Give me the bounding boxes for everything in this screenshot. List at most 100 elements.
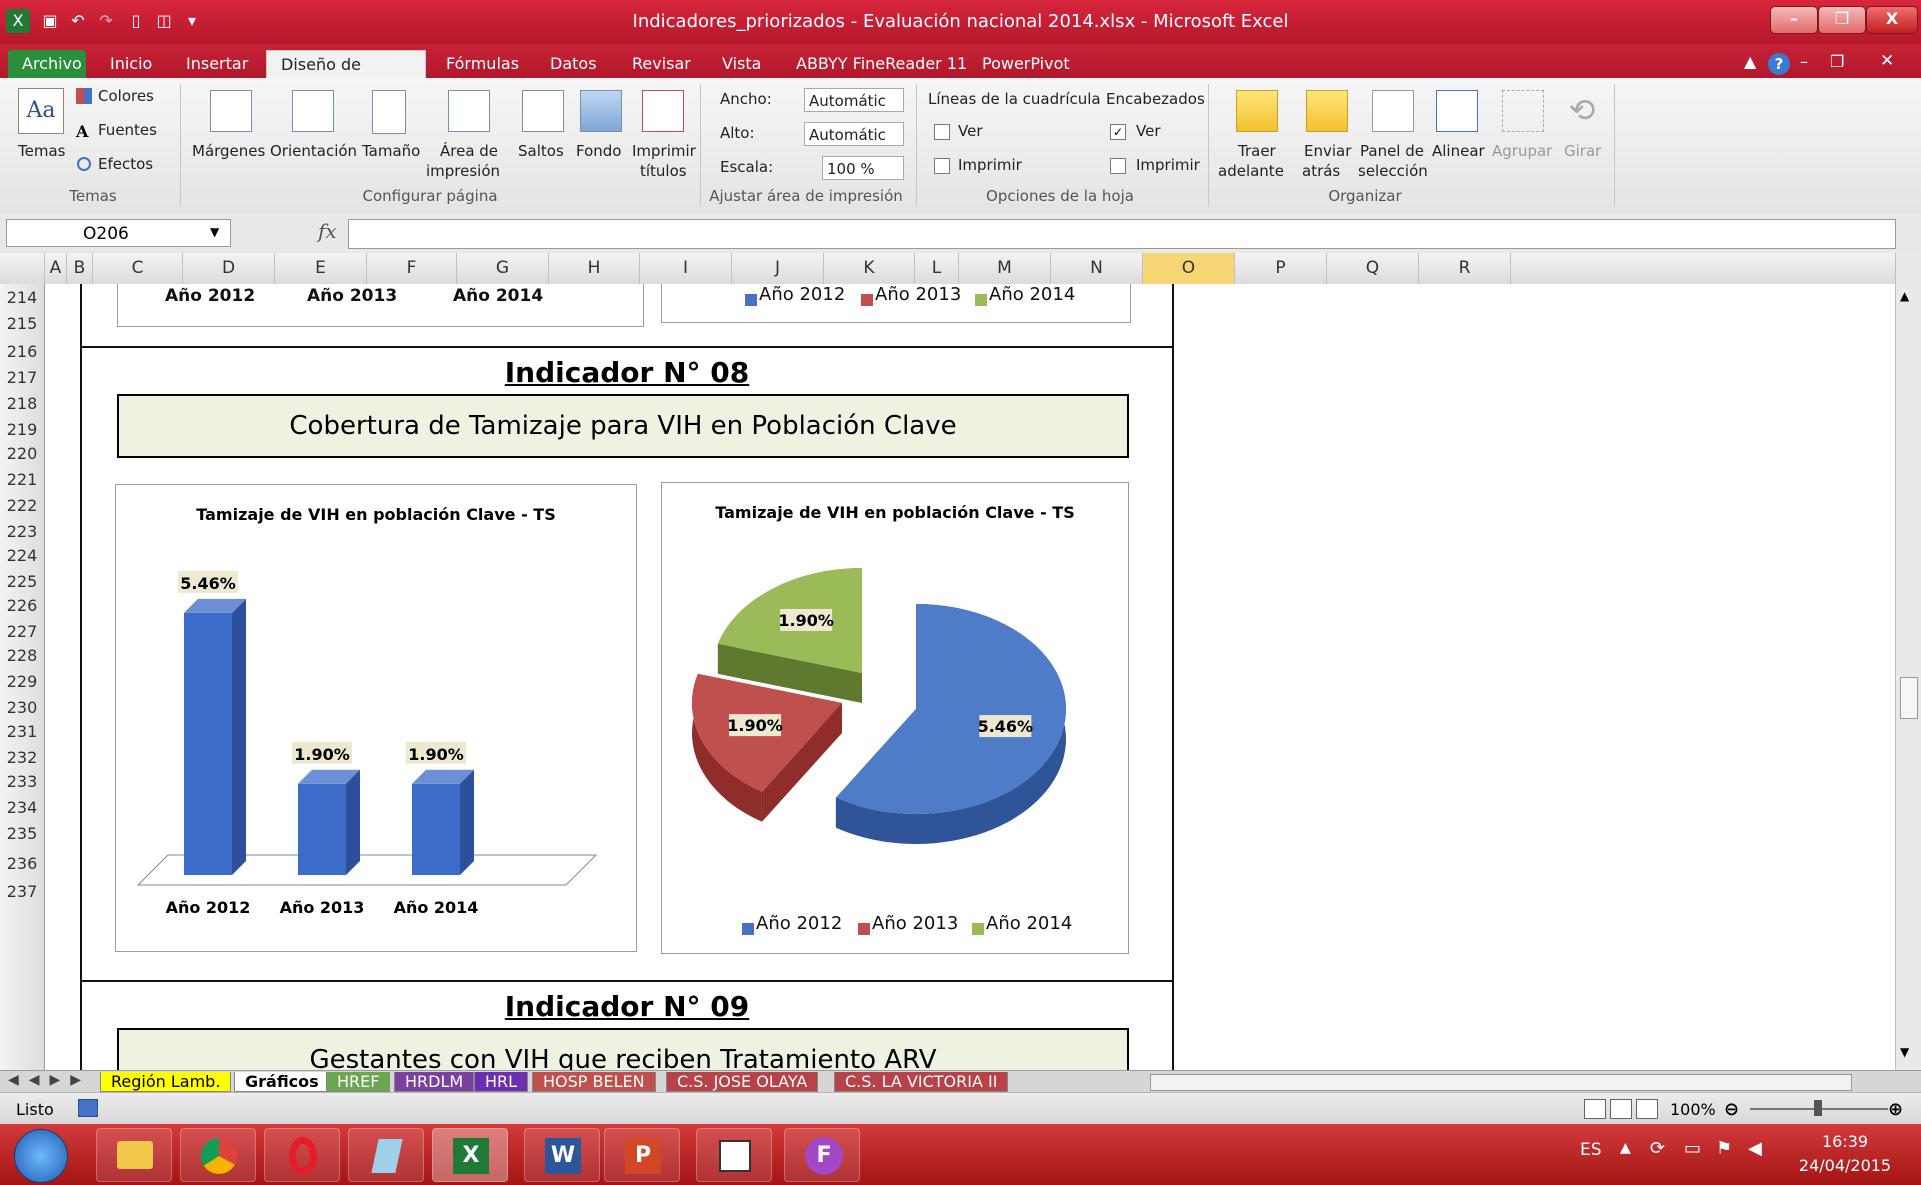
row-header[interactable]: 216: [0, 342, 44, 361]
send-backward-line2[interactable]: atrás: [1302, 162, 1340, 180]
themes-button[interactable]: Temas: [18, 142, 65, 160]
normal-view-icon[interactable]: [1584, 1099, 1606, 1119]
start-button[interactable]: [14, 1129, 68, 1183]
background-button[interactable]: Fondo: [576, 142, 621, 160]
group-button[interactable]: Agrupar: [1492, 142, 1552, 160]
tab-revisar[interactable]: Revisar: [618, 50, 705, 78]
tab-vista[interactable]: Vista: [708, 50, 775, 78]
column-header-k[interactable]: K: [824, 253, 915, 284]
row-header[interactable]: 231: [0, 722, 44, 741]
column-header-l[interactable]: L: [915, 253, 959, 284]
column-header-e[interactable]: E: [275, 253, 367, 284]
page-break-view-icon[interactable]: [1636, 1099, 1658, 1119]
column-header-b[interactable]: B: [67, 253, 93, 284]
row-header[interactable]: 233: [0, 772, 44, 791]
print-titles-button-line1[interactable]: Imprimir: [632, 142, 696, 160]
page-layout-view-icon[interactable]: [1610, 1099, 1632, 1119]
sheet-tab[interactable]: Región Lamb.: [100, 1072, 232, 1092]
column-header-r[interactable]: R: [1419, 253, 1511, 284]
tab-inicio[interactable]: Inicio: [96, 50, 166, 78]
sheet-tab[interactable]: C.S. JOSE OLAYA: [666, 1072, 819, 1092]
macro-record-icon[interactable]: [78, 1099, 98, 1117]
row-header[interactable]: 235: [0, 824, 44, 843]
name-box[interactable]: O206: [6, 219, 231, 247]
flag-icon[interactable]: ⚑: [1716, 1138, 1732, 1159]
colors-button[interactable]: Colores: [98, 87, 154, 105]
width-select[interactable]: Automátic: [804, 88, 904, 112]
column-header-f[interactable]: F: [367, 253, 457, 284]
bring-forward-line2[interactable]: adelante: [1218, 162, 1284, 180]
sheet-tab[interactable]: HRDLM: [394, 1072, 475, 1092]
row-header[interactable]: 215: [0, 314, 44, 333]
tab-powerpivot[interactable]: PowerPivot: [968, 50, 1084, 78]
powerpoint-taskbar-icon[interactable]: P: [604, 1128, 680, 1182]
print-titles-button-line2[interactable]: títulos: [640, 162, 687, 180]
print-area-button-line1[interactable]: Área de: [440, 142, 498, 160]
selection-pane-line1[interactable]: Panel de: [1360, 142, 1424, 160]
column-header-q[interactable]: Q: [1327, 253, 1419, 284]
headings-view-checkbox[interactable]: ✓: [1110, 124, 1126, 140]
tab-datos[interactable]: Datos: [536, 50, 611, 78]
bring-forward-line1[interactable]: Traer: [1238, 142, 1276, 160]
bar-chart[interactable]: Tamizaje de VIH en población Clave - TS …: [115, 484, 637, 952]
row-header[interactable]: 222: [0, 496, 44, 515]
minimize-button[interactable]: –: [1770, 6, 1818, 34]
language-indicator[interactable]: ES: [1580, 1140, 1602, 1160]
gridlines-print-checkbox[interactable]: [934, 158, 950, 174]
orientation-button[interactable]: Orientación: [270, 142, 357, 160]
explorer-taskbar-icon[interactable]: [96, 1128, 172, 1182]
insert-function-icon[interactable]: fx: [318, 219, 337, 243]
row-header[interactable]: 225: [0, 572, 44, 591]
reader-taskbar-icon[interactable]: [696, 1128, 772, 1182]
selection-pane-line2[interactable]: selección: [1358, 162, 1428, 180]
clock-time[interactable]: 16:39: [1800, 1132, 1890, 1151]
row-header[interactable]: 214: [0, 288, 44, 307]
row-header[interactable]: 229: [0, 672, 44, 691]
row-header[interactable]: 218: [0, 394, 44, 413]
tab-diseno-de-pagina[interactable]: Diseño de página: [266, 50, 426, 102]
zoom-in-icon[interactable]: ⊕: [1888, 1099, 1903, 1120]
align-button[interactable]: Alinear: [1432, 142, 1485, 160]
sheet-nav-icons[interactable]: ◀◀▶▶: [8, 1072, 91, 1088]
excel-taskbar-icon[interactable]: X: [432, 1128, 508, 1182]
row-header[interactable]: 223: [0, 522, 44, 541]
themes-icon[interactable]: Aa: [18, 88, 64, 134]
tab-insertar[interactable]: Insertar: [172, 50, 262, 78]
row-header[interactable]: 230: [0, 698, 44, 717]
column-header-n[interactable]: N: [1051, 253, 1143, 284]
minimize-ribbon-icon[interactable]: ▲: [1744, 52, 1756, 71]
scroll-down-icon[interactable]: ▼: [1900, 1045, 1909, 1059]
row-header[interactable]: 221: [0, 470, 44, 489]
maximize-button[interactable]: ❐: [1818, 6, 1866, 34]
sheet-tab[interactable]: C.S. LA VICTORIA II: [834, 1072, 1009, 1092]
column-header-h[interactable]: H: [549, 253, 640, 284]
word-taskbar-icon[interactable]: W: [524, 1128, 600, 1182]
breaks-button[interactable]: Saltos: [518, 142, 564, 160]
horizontal-scrollbar[interactable]: [1150, 1074, 1852, 1091]
row-header[interactable]: 219: [0, 420, 44, 439]
workbook-minimize-icon[interactable]: –: [1800, 52, 1808, 71]
row-header[interactable]: 237: [0, 882, 44, 901]
row-header[interactable]: 236: [0, 854, 44, 873]
sheet-tab[interactable]: HOSP BELEN: [532, 1072, 656, 1092]
column-header-g[interactable]: G: [457, 253, 549, 284]
help-icon[interactable]: ?: [1768, 53, 1790, 75]
pie-chart[interactable]: Tamizaje de VIH en población Clave - TS …: [661, 482, 1129, 954]
size-button[interactable]: Tamaño: [362, 142, 420, 160]
volume-icon[interactable]: ◀: [1748, 1138, 1762, 1159]
workbook-close-icon[interactable]: ✕: [1880, 51, 1894, 71]
row-header[interactable]: 226: [0, 596, 44, 615]
zoom-out-icon[interactable]: ⊖: [1724, 1099, 1739, 1120]
effects-button[interactable]: Efectos: [98, 155, 153, 173]
print-area-button-line2[interactable]: impresión: [426, 162, 500, 180]
tab-archivo[interactable]: Archivo: [8, 50, 86, 78]
chevron-down-icon[interactable]: ▼: [210, 225, 219, 239]
opera-taskbar-icon[interactable]: [264, 1128, 340, 1182]
margins-button[interactable]: Márgenes: [192, 142, 265, 160]
scale-stepper[interactable]: 100 %: [822, 156, 904, 180]
column-header-o[interactable]: O: [1143, 253, 1235, 284]
row-header[interactable]: 220: [0, 444, 44, 463]
column-header-i[interactable]: I: [640, 253, 732, 284]
tray-sync-icon[interactable]: ⟳: [1650, 1138, 1665, 1159]
headings-print-checkbox[interactable]: [1110, 158, 1126, 174]
